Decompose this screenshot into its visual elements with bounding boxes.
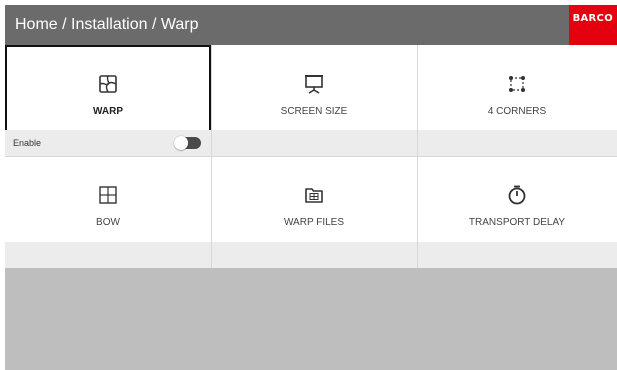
breadcrumb[interactable]: Home / Installation / Warp xyxy=(15,16,198,34)
warp-files-icon xyxy=(304,185,324,205)
warp-menu-screen: Home / Installation / Warp BARCO WARP En… xyxy=(0,0,617,370)
barco-logo: BARCO xyxy=(569,5,617,45)
screen-size-icon xyxy=(304,74,324,94)
tile-transport-delay-footer xyxy=(417,242,617,268)
enable-toggle[interactable] xyxy=(174,136,201,150)
tile-warp-files-footer xyxy=(211,242,417,268)
tile-warp-files-label: WARP FILES xyxy=(283,217,344,228)
tile-transport-delay-label: TRANSPORT DELAY xyxy=(468,217,566,228)
tile-screen-size[interactable]: SCREEN SIZE xyxy=(211,45,417,156)
tile-transport-delay[interactable]: TRANSPORT DELAY xyxy=(417,156,617,268)
grid-divider xyxy=(5,156,617,157)
tile-screen-size-footer xyxy=(211,130,417,156)
tile-warp-label: WARP xyxy=(93,106,123,117)
tile-grid: WARP Enable SCREEN SIZE 4 CORNERS BOW WA… xyxy=(5,45,617,268)
bow-icon xyxy=(98,185,118,205)
tile-warp-files[interactable]: WARP FILES xyxy=(211,156,417,268)
tile-bow-label: BOW xyxy=(96,217,120,228)
tile-4-corners-label: 4 CORNERS xyxy=(487,106,547,117)
tile-warp[interactable]: WARP Enable xyxy=(5,45,211,156)
tile-screen-size-label: SCREEN SIZE xyxy=(280,106,348,117)
four-corners-icon xyxy=(507,74,527,94)
tile-bow[interactable]: BOW xyxy=(5,156,211,268)
warp-icon xyxy=(98,74,118,94)
enable-label: Enable xyxy=(13,138,42,148)
tile-bow-footer xyxy=(5,242,211,268)
empty-area xyxy=(5,268,617,370)
header-bar: Home / Installation / Warp BARCO xyxy=(5,5,617,45)
transport-delay-icon xyxy=(507,185,527,205)
barco-logo-text: BARCO xyxy=(572,13,613,24)
tile-warp-footer: Enable xyxy=(5,130,211,156)
tile-4-corners[interactable]: 4 CORNERS xyxy=(417,45,617,156)
tile-4-corners-footer xyxy=(417,130,617,156)
toggle-knob xyxy=(174,136,188,150)
